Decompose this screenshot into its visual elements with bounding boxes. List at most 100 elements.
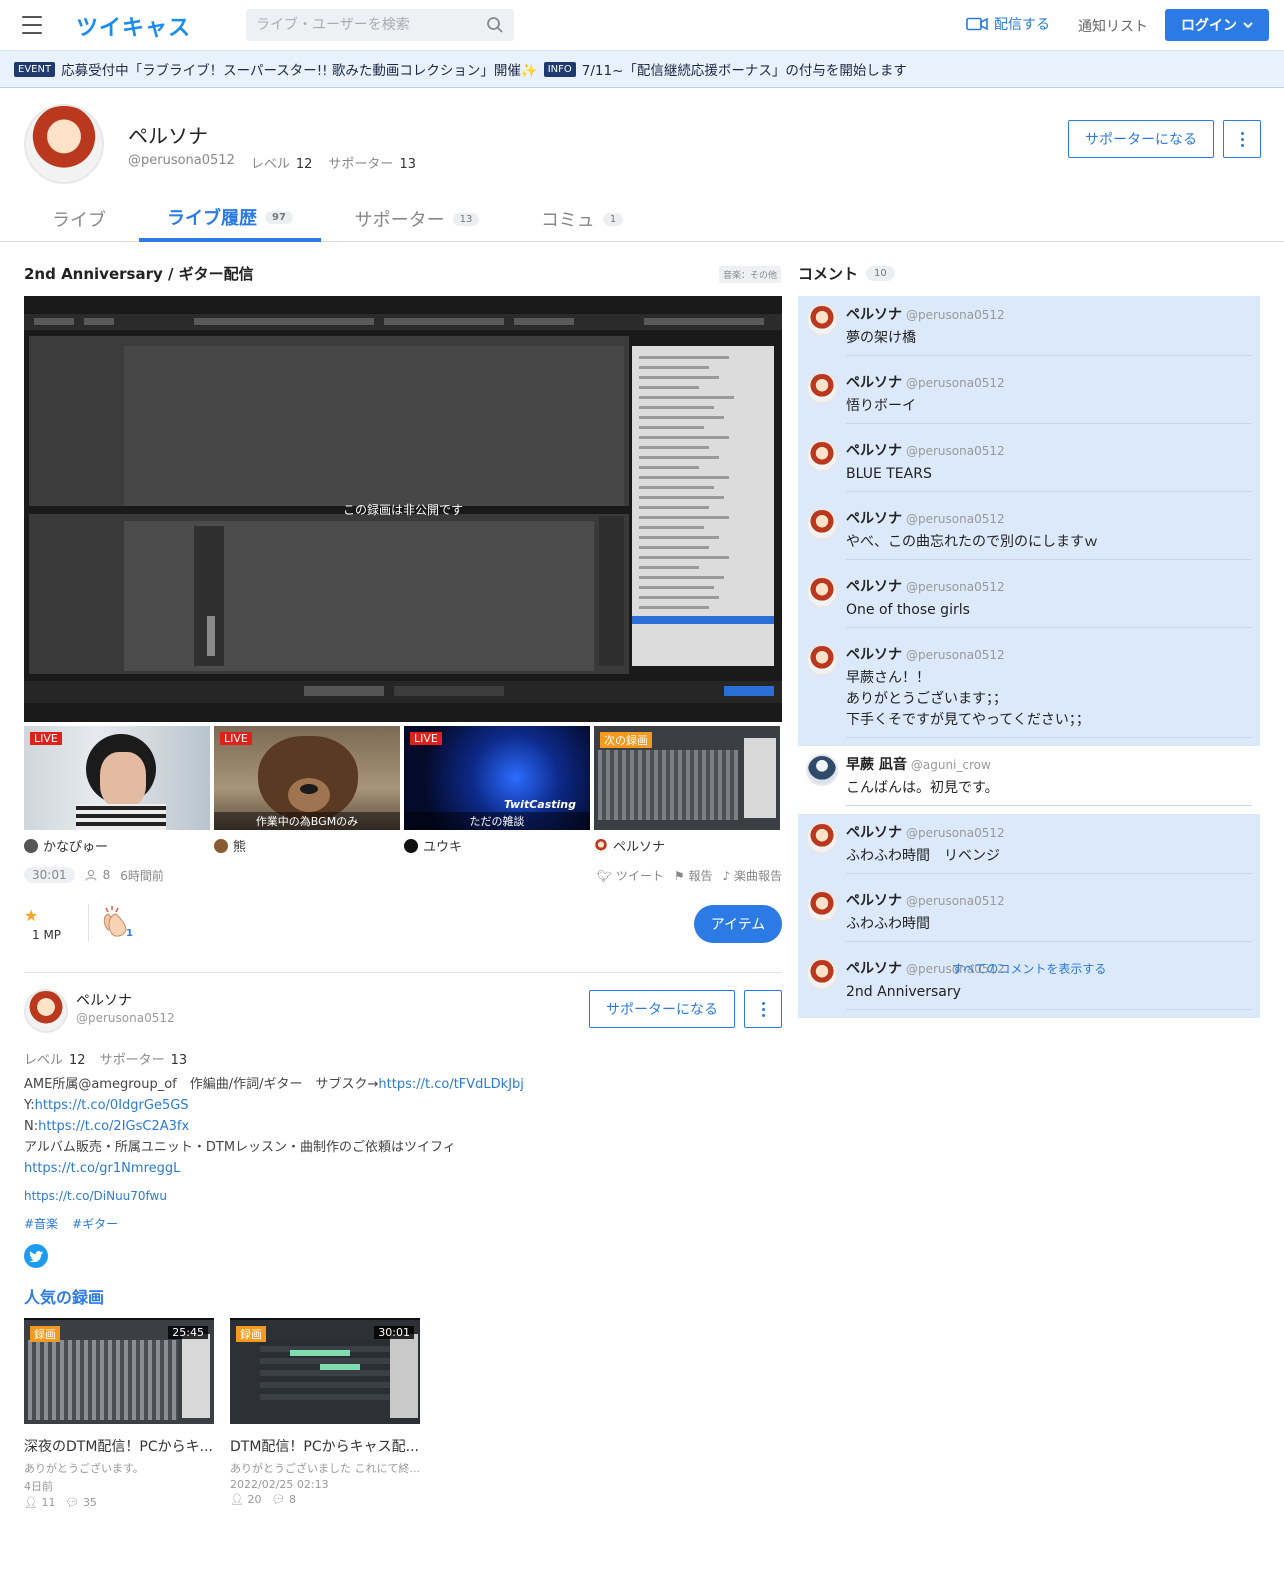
more-options-button[interactable] — [744, 990, 782, 1028]
twitter-profile-button[interactable] — [24, 1244, 48, 1268]
become-supporter-button[interactable]: サポーターになる — [589, 990, 735, 1028]
viewer-stat: 👤︎ 20 — [230, 1493, 261, 1506]
related-live-card[interactable]: LIVE 作業中の為BGMのみ 熊 — [214, 726, 400, 858]
comment-stat: 💬︎ 8 — [271, 1493, 295, 1506]
reactions: ★ 1 MP 1 アイテム — [24, 902, 782, 952]
commenter-avatar[interactable] — [806, 644, 838, 676]
commenter-handle: @aguni_crow — [910, 758, 991, 772]
comment-item: ペルソナ @perusona0512 やべ、この曲忘れたので別のにしますｗ — [798, 500, 1260, 568]
person-face — [100, 752, 146, 808]
become-supporter-button[interactable]: サポーターになる — [1068, 120, 1214, 158]
recording-card[interactable]: 録画 25:45 深夜のDTM配信！PCからキ... ありがとうございます。 4… — [24, 1318, 214, 1509]
user-icon — [404, 838, 418, 853]
related-live-card[interactable]: LIVE かなぴゅー — [24, 726, 210, 858]
bear-nose — [300, 784, 318, 794]
info-notice-link[interactable]: 7/11~「配信継続応援ボーナス」の付与を開始します — [582, 59, 907, 79]
bio-link[interactable]: https://t.co/gr1NmreggL — [24, 1161, 180, 1176]
report-link[interactable]: ⚑ 報告 — [674, 867, 713, 884]
star-icon[interactable]: ★ — [24, 906, 38, 925]
comment-line: やべ、この曲忘れたので別のにしますｗ — [846, 534, 1098, 550]
comment-text: ふわふわ時間 — [846, 914, 1252, 935]
external-link[interactable]: https://t.co/DiNuu70fwu — [24, 1189, 167, 1203]
item-button[interactable]: アイテム — [694, 905, 782, 943]
related-live-card[interactable]: LIVE TwitCasting ただの雑談 ユウキ — [404, 726, 590, 858]
event-notice-link[interactable]: 応募受付中「ラブライブ！スーパースター!! 歌みた動画コレクション」開催✨ — [61, 59, 538, 79]
tab-live-history[interactable]: ライブ履歴 97 — [139, 196, 321, 242]
search-icon[interactable] — [486, 16, 504, 34]
login-button[interactable]: ログイン — [1165, 9, 1269, 41]
comment-body: ペルソナ @perusona0512 早蕨さん！！ ありがとうございます；； 下手くそで… — [846, 644, 1252, 738]
commenter-avatar[interactable] — [806, 304, 838, 336]
commenter-name[interactable]: ペルソナ — [846, 825, 902, 841]
clap-button[interactable]: 1 — [98, 902, 138, 942]
commenter-avatar[interactable] — [806, 440, 838, 472]
show-all-comments-link[interactable]: すべてのコメントを表示する — [798, 960, 1260, 977]
duration-badge: 30:01 — [24, 867, 75, 883]
private-recording-message: この録画は非公開です — [342, 502, 463, 517]
recording-title[interactable]: 深夜のDTM配信！PCからキ... — [24, 1436, 214, 1456]
commenter-name[interactable]: ペルソナ — [846, 443, 902, 459]
recording-stats: 👤︎ 11 💬︎ 35 — [24, 1496, 214, 1509]
commenter-avatar[interactable] — [806, 508, 838, 540]
commenter-name[interactable]: ペルソナ — [846, 375, 902, 391]
site-logo[interactable]: ツイキャス — [76, 10, 191, 42]
user-icon — [594, 838, 608, 853]
related-live-card[interactable]: 次の録画 ペルソナ — [594, 726, 780, 858]
bio-link[interactable]: https://t.co/2IGsC2A3fx — [38, 1119, 189, 1134]
commenter-avatar[interactable] — [806, 822, 838, 854]
commenter-name[interactable]: ペルソナ — [846, 579, 902, 595]
comment-list: ペルソナ @perusona0512 夢の架け橋 ペルソナ @perusona0512 悟… — [798, 296, 1260, 1018]
user-icon — [24, 838, 38, 853]
tab-label: ライブ履歴 — [167, 208, 258, 229]
comment-item: ペルソナ @perusona0512 ふわふわ時間 — [798, 882, 1260, 950]
commenter-avatar[interactable] — [806, 576, 838, 608]
commenter-name[interactable]: 早蕨 凪音 — [846, 757, 907, 773]
genre-badge[interactable]: 音楽：その他 — [719, 266, 782, 283]
video-player[interactable]: この録画は非公開です — [24, 296, 782, 722]
comment-body: ペルソナ @perusona0512 夢の架け橋 — [846, 304, 1252, 356]
bio-text: N: — [24, 1119, 39, 1134]
bio-link[interactable]: https://t.co/tFVdLDkJbj — [378, 1077, 524, 1092]
search-input[interactable] — [246, 9, 476, 41]
profile-tabs: ライブ ライブ履歴 97 サポーター 13 コミュ 1 — [0, 196, 1284, 242]
comment-header: ペルソナ @perusona0512 — [846, 890, 1252, 910]
tweet-link[interactable]: 🐦︎ ツイート — [597, 867, 664, 884]
comment-count: 8 — [288, 1493, 296, 1506]
commenter-handle: @perusona0512 — [906, 308, 1005, 322]
profile-avatar[interactable] — [24, 104, 104, 184]
commenter-name[interactable]: ペルソナ — [846, 647, 902, 663]
bio-line: Y:https://t.co/0IdgrGe5GS — [24, 1095, 524, 1116]
commenter-avatar[interactable] — [806, 754, 838, 786]
tab-supporters[interactable]: サポーター 13 — [342, 196, 492, 242]
thumbnail-caption: ただの雑談 — [404, 812, 590, 830]
hashtag-link[interactable]: #音楽 — [24, 1215, 58, 1232]
commenter-handle: @perusona0512 — [906, 512, 1005, 526]
top-header: ツイキャス 配信する 通知リスト ログイン — [0, 0, 1284, 50]
profile-name: ペルソナ — [128, 124, 208, 148]
commenter-name[interactable]: ペルソナ — [846, 511, 902, 527]
broadcast-button[interactable]: 配信する — [966, 14, 1050, 34]
comment-body: ペルソナ @perusona0512 BLUE TEARS — [846, 440, 1252, 492]
song-report-link[interactable]: ♪ 楽曲報告 — [722, 867, 782, 884]
comment-text: 夢の架け橋 — [846, 328, 1252, 349]
search-box[interactable] — [246, 9, 514, 41]
menu-icon[interactable] — [22, 16, 42, 34]
commenter-name[interactable]: ペルソナ — [846, 893, 902, 909]
recording-title[interactable]: DTM配信！PCからキャス配... — [230, 1436, 420, 1456]
more-options-button[interactable] — [1223, 120, 1261, 158]
comment-item: ペルソナ @perusona0512 夢の架け橋 — [798, 296, 1260, 364]
thumbnail: LIVE TwitCasting ただの雑談 — [404, 726, 590, 830]
notification-list-link[interactable]: 通知リスト — [1078, 16, 1148, 36]
commenter-handle: @perusona0512 — [906, 580, 1005, 594]
bio-text: AME所属@amegroup_of 作編曲/作詞/ギター サブスク→ — [24, 1077, 379, 1092]
tab-community[interactable]: コミュ 1 — [532, 196, 632, 242]
recording-card[interactable]: 録画 30:01 DTM配信！PCからキャス配... ありがとうございました こ… — [230, 1318, 420, 1506]
bio-link[interactable]: https://t.co/0IdgrGe5GS — [35, 1098, 189, 1113]
owner-avatar[interactable] — [24, 989, 68, 1033]
commenter-name[interactable]: ペルソナ — [846, 307, 902, 323]
commenter-avatar[interactable] — [806, 372, 838, 404]
commenter-avatar[interactable] — [806, 890, 838, 922]
hashtag-link[interactable]: #ギター — [72, 1215, 118, 1232]
tab-live[interactable]: ライブ — [48, 196, 110, 242]
owner-name[interactable]: ペルソナ — [76, 990, 132, 1010]
